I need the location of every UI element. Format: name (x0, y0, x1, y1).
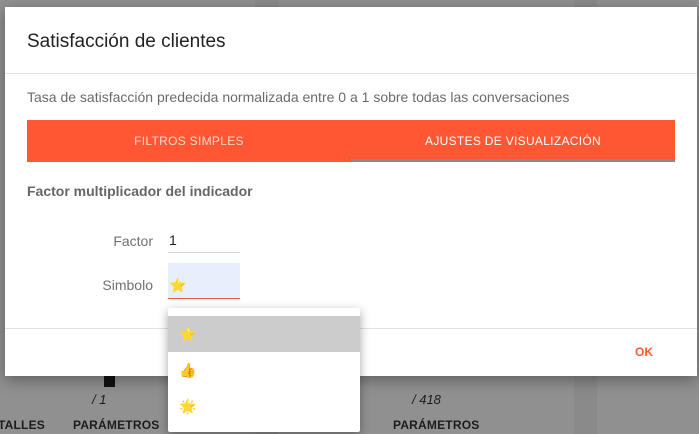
background-label-2: PARÁMETROS (73, 418, 160, 432)
factor-input[interactable] (168, 227, 240, 253)
dropdown-option-thumbs-up[interactable]: 👍 (168, 352, 360, 388)
tab-bar: FILTROS SIMPLES AJUSTES DE VISUALIZACIÓN (27, 120, 675, 162)
dropdown-option-glowing-star[interactable]: 🌟 (168, 388, 360, 424)
background-label-3: PARÁMETROS (393, 418, 480, 432)
simbolo-label: Simbolo (102, 277, 153, 293)
simbolo-selected-value: ⭐ (169, 277, 187, 293)
ok-button[interactable]: OK (635, 345, 653, 359)
title-divider (5, 73, 697, 74)
background-marker (104, 376, 115, 387)
background-value-2: / 418 (412, 392, 441, 407)
tab-filtros-simples[interactable]: FILTROS SIMPLES (27, 120, 351, 162)
background-value-1: / 1 (92, 392, 107, 407)
tab-ajustes-visualizacion[interactable]: AJUSTES DE VISUALIZACIÓN (351, 120, 675, 162)
simbolo-select[interactable]: ⭐ (168, 263, 240, 299)
section-title: Factor multiplicador del indicador (27, 183, 253, 199)
background-label-1: TALLES (0, 418, 45, 432)
dialog-subtitle: Tasa de satisfacción predecida normaliza… (27, 89, 570, 105)
factor-label: Factor (113, 233, 153, 249)
dialog-title: Satisfacción de clientes (27, 31, 226, 52)
dropdown-option-star[interactable]: ⭐ (168, 316, 360, 352)
simbolo-dropdown-menu: ⭐ 👍 🌟 (168, 308, 360, 432)
